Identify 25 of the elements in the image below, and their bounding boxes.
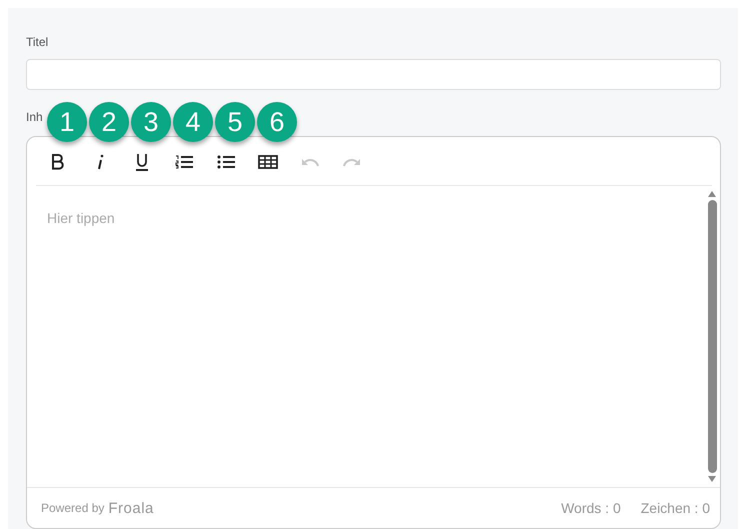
numbered-list-icon <box>175 155 193 169</box>
word-count: Words : 0 <box>561 500 621 516</box>
scroll-up-icon[interactable] <box>707 190 717 198</box>
number-badge: 6 <box>257 102 297 142</box>
bullet-list-icon <box>217 155 235 169</box>
brand-link[interactable]: Froala <box>108 500 154 516</box>
number-badge: 4 <box>173 102 213 142</box>
character-count: Zeichen : 0 <box>640 500 710 516</box>
number-badge: 2 <box>89 102 129 142</box>
number-badge: 1 <box>47 102 87 142</box>
underline-icon <box>135 153 149 171</box>
number-badge: 5 <box>215 102 255 142</box>
scroll-down-icon[interactable] <box>707 475 717 483</box>
table-icon <box>258 155 278 169</box>
bold-icon <box>51 154 65 170</box>
redo-icon <box>343 157 361 167</box>
scrollbar-thumb[interactable] <box>708 200 716 473</box>
italic-icon <box>96 154 104 170</box>
editor-text-area[interactable]: Hier tippen <box>27 186 706 487</box>
field-label: Inh <box>26 110 43 124</box>
undo-icon <box>301 157 319 167</box>
powered-by-text: Powered by <box>41 501 104 515</box>
number-badge: 3 <box>131 102 171 142</box>
title-input-field[interactable] <box>26 59 721 90</box>
field-label: Titel <box>26 35 48 49</box>
